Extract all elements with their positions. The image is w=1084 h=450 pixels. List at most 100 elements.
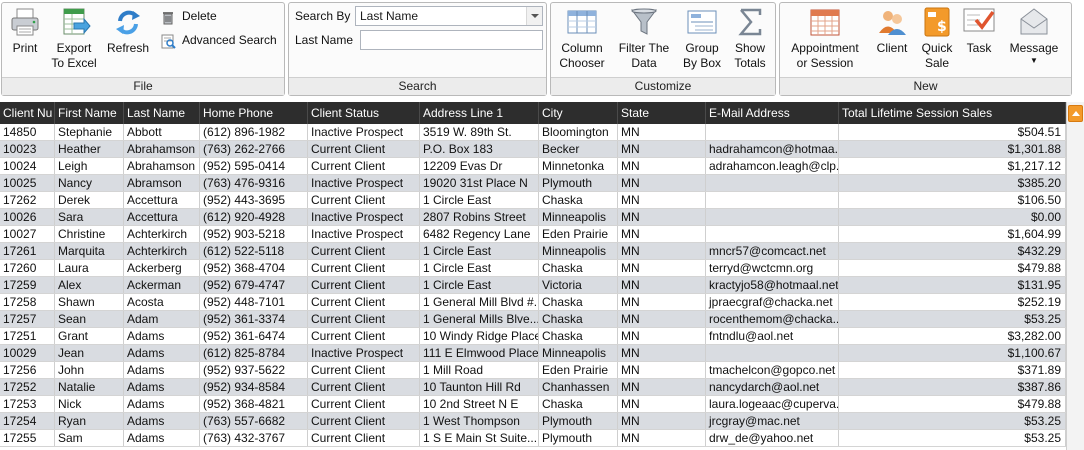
new-client-button[interactable]: Client — [872, 6, 912, 56]
group-by-box-button[interactable]: Group By Box — [679, 6, 725, 71]
cell-home-phone[interactable]: (952) 368-4821 — [200, 396, 308, 412]
chevron-down-icon[interactable] — [526, 7, 542, 25]
cell-home-phone[interactable]: (612) 920-4928 — [200, 209, 308, 225]
new-message-button[interactable]: Message ▼ — [1006, 6, 1062, 66]
delete-button[interactable]: Delete — [160, 7, 217, 27]
column-header-first-name[interactable]: First Name — [55, 102, 124, 124]
column-header-address-line-1[interactable]: Address Line 1 — [420, 102, 539, 124]
cell-first-name[interactable]: Jean — [55, 345, 124, 361]
cell-client-status[interactable]: Current Client — [308, 311, 420, 327]
cell-last-name[interactable]: Abbott — [124, 124, 200, 140]
cell-client-number[interactable]: 17258 — [0, 294, 55, 310]
cell-state[interactable]: MN — [618, 345, 706, 361]
cell-home-phone[interactable]: (763) 476-9316 — [200, 175, 308, 191]
table-row[interactable]: 17253 Nick Adams (952) 368-4821 Current Clie… — [0, 396, 1066, 413]
cell-home-phone[interactable]: (952) 934-8584 — [200, 379, 308, 395]
cell-address-line-1[interactable]: 1 General Mills Blve... — [420, 311, 539, 327]
table-row[interactable]: 17257 Sean Adam (952) 361-3374 Current Clien… — [0, 311, 1066, 328]
cell-email-address[interactable]: terryd@wctcmn.org — [706, 260, 839, 276]
cell-home-phone[interactable]: (763) 432-3767 — [200, 430, 308, 446]
cell-city[interactable]: Chaska — [539, 396, 618, 412]
cell-first-name[interactable]: Alex — [55, 277, 124, 293]
cell-home-phone[interactable]: (612) 896-1982 — [200, 124, 308, 140]
cell-last-name[interactable]: Ackerberg — [124, 260, 200, 276]
cell-client-number[interactable]: 17262 — [0, 192, 55, 208]
table-row[interactable]: 10025 Nancy Abramson (763) 476-9316 Inactive… — [0, 175, 1066, 192]
cell-client-number[interactable]: 17256 — [0, 362, 55, 378]
cell-client-number[interactable]: 10024 — [0, 158, 55, 174]
cell-first-name[interactable]: Leigh — [55, 158, 124, 174]
cell-home-phone[interactable]: (952) 361-6474 — [200, 328, 308, 344]
cell-first-name[interactable]: Marquita — [55, 243, 124, 259]
cell-client-number[interactable]: 17257 — [0, 311, 55, 327]
cell-email-address[interactable]: hadrahamcon@hotmaa... — [706, 141, 839, 157]
cell-address-line-1[interactable]: 1 Circle East — [420, 260, 539, 276]
cell-address-line-1[interactable]: 10 Windy Ridge Place — [420, 328, 539, 344]
cell-client-number[interactable]: 17252 — [0, 379, 55, 395]
cell-address-line-1[interactable]: 1 Circle East — [420, 277, 539, 293]
cell-address-line-1[interactable]: 6482 Regency Lane — [420, 226, 539, 242]
search-by-dropdown[interactable]: Last Name — [355, 6, 543, 26]
cell-client-number[interactable]: 10023 — [0, 141, 55, 157]
cell-client-number[interactable]: 10026 — [0, 209, 55, 225]
new-appointment-button[interactable]: Appointment or Session — [787, 6, 863, 71]
cell-client-status[interactable]: Current Client — [308, 413, 420, 429]
cell-city[interactable]: Plymouth — [539, 413, 618, 429]
cell-client-status[interactable]: Inactive Prospect — [308, 209, 420, 225]
cell-last-name[interactable]: Accettura — [124, 192, 200, 208]
cell-client-status[interactable]: Current Client — [308, 243, 420, 259]
cell-email-address[interactable] — [706, 175, 839, 191]
cell-email-address[interactable]: rocenthemom@chacka... — [706, 311, 839, 327]
cell-total-lifetime-session-sales[interactable]: $504.51 — [839, 124, 1066, 140]
cell-first-name[interactable]: Derek — [55, 192, 124, 208]
cell-total-lifetime-session-sales[interactable]: $53.25 — [839, 430, 1066, 446]
cell-city[interactable]: Eden Prairie — [539, 362, 618, 378]
cell-total-lifetime-session-sales[interactable]: $1,217.12 — [839, 158, 1066, 174]
cell-address-line-1[interactable]: P.O. Box 183 — [420, 141, 539, 157]
cell-email-address[interactable]: nancydarch@aol.net — [706, 379, 839, 395]
cell-home-phone[interactable]: (952) 443-3695 — [200, 192, 308, 208]
cell-address-line-1[interactable]: 12209 Evas Dr — [420, 158, 539, 174]
cell-client-status[interactable]: Current Client — [308, 396, 420, 412]
cell-email-address[interactable] — [706, 209, 839, 225]
cell-client-number[interactable]: 17251 — [0, 328, 55, 344]
cell-state[interactable]: MN — [618, 396, 706, 412]
column-chooser-button[interactable]: Column Chooser — [556, 6, 608, 71]
cell-city[interactable]: Minnetonka — [539, 158, 618, 174]
cell-address-line-1[interactable]: 2807 Robins Street — [420, 209, 539, 225]
cell-client-status[interactable]: Current Client — [308, 328, 420, 344]
filter-data-button[interactable]: Filter The Data — [618, 6, 670, 71]
cell-city[interactable]: Chaska — [539, 311, 618, 327]
cell-first-name[interactable]: Christine — [55, 226, 124, 242]
vertical-scrollbar[interactable] — [1066, 102, 1084, 450]
cell-state[interactable]: MN — [618, 362, 706, 378]
cell-client-number[interactable]: 17253 — [0, 396, 55, 412]
cell-client-number[interactable]: 10027 — [0, 226, 55, 242]
cell-city[interactable]: Chaska — [539, 294, 618, 310]
table-row[interactable]: 17252 Natalie Adams (952) 934-8584 Current C… — [0, 379, 1066, 396]
cell-first-name[interactable]: Ryan — [55, 413, 124, 429]
cell-last-name[interactable]: Abramson — [124, 175, 200, 191]
cell-last-name[interactable]: Abrahamson — [124, 141, 200, 157]
scroll-up-arrow-icon[interactable] — [1068, 105, 1083, 122]
cell-email-address[interactable] — [706, 124, 839, 140]
cell-last-name[interactable]: Achterkirch — [124, 226, 200, 242]
cell-last-name[interactable]: Ackerman — [124, 277, 200, 293]
table-row[interactable]: 10027 Christine Achterkirch (952) 903-5218 I… — [0, 226, 1066, 243]
cell-state[interactable]: MN — [618, 413, 706, 429]
cell-total-lifetime-session-sales[interactable]: $106.50 — [839, 192, 1066, 208]
cell-address-line-1[interactable]: 111 E Elmwood Place — [420, 345, 539, 361]
cell-client-number[interactable]: 10029 — [0, 345, 55, 361]
cell-first-name[interactable]: Nancy — [55, 175, 124, 191]
cell-first-name[interactable]: John — [55, 362, 124, 378]
cell-state[interactable]: MN — [618, 141, 706, 157]
cell-state[interactable]: MN — [618, 226, 706, 242]
cell-address-line-1[interactable]: 1 Circle East — [420, 243, 539, 259]
cell-total-lifetime-session-sales[interactable]: $479.88 — [839, 396, 1066, 412]
cell-state[interactable]: MN — [618, 277, 706, 293]
table-row[interactable]: 10029 Jean Adams (612) 825-8784 Inactive Pro… — [0, 345, 1066, 362]
quick-sale-button[interactable]: $ Quick Sale — [918, 6, 956, 71]
cell-last-name[interactable]: Adams — [124, 362, 200, 378]
column-header-home-phone[interactable]: Home Phone — [200, 102, 308, 124]
print-button[interactable]: Print — [6, 6, 44, 56]
